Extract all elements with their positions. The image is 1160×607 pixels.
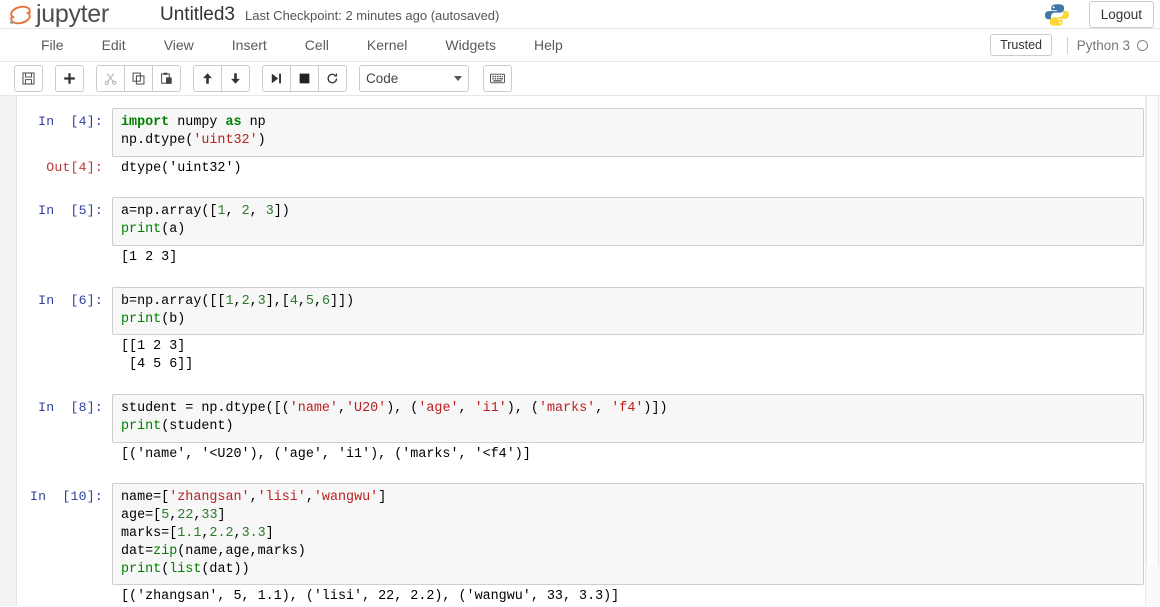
run-icon — [271, 73, 281, 84]
notebook-toolbar: Code — [0, 62, 1160, 96]
paste-cell-button[interactable] — [152, 65, 181, 92]
input-prompt: In [5]: — [38, 203, 103, 219]
cell-output: [[1 2 3] [4 5 6]] — [121, 339, 194, 373]
kernel-name-label: Python 3 — [1076, 38, 1130, 53]
output-cell: Out[4]: dtype('uint32') — [18, 157, 1144, 185]
restart-icon — [327, 72, 338, 84]
toolbar-group-palette — [483, 65, 512, 92]
scissors-icon — [104, 73, 117, 85]
code-input[interactable]: b=np.array([[1,2,3],[4,5,6]]) print(b) — [112, 286, 1144, 336]
code-cell[interactable]: In [8]: student = np.dtype([('name','U20… — [18, 393, 1144, 443]
cell-spacer — [18, 274, 1144, 287]
toolbar-group-save — [14, 65, 43, 92]
menu-bar: File Edit View Insert Cell Kernel Widget… — [0, 29, 1160, 62]
menu-help[interactable]: Help — [515, 29, 582, 62]
floppy-disk-icon — [22, 72, 35, 85]
code-cell[interactable]: In [4]: import numpy as np np.dtype('uin… — [18, 108, 1144, 157]
toolbar-group-insert — [55, 65, 84, 92]
output-prompt: Out[4]: — [46, 159, 103, 175]
insert-cell-below-button[interactable] — [55, 65, 84, 92]
cell-type-value: Code — [366, 71, 399, 86]
kernel-indicator: Python 3 — [1066, 29, 1148, 62]
code-cell[interactable]: In [5]: a=np.array([1, 2, 3]) print(a) — [18, 197, 1144, 246]
menu-insert[interactable]: Insert — [213, 29, 286, 62]
move-cell-up-button[interactable] — [193, 65, 222, 92]
menu-widgets[interactable]: Widgets — [426, 29, 515, 62]
input-prompt: In [10]: — [29, 489, 103, 505]
keyboard-icon — [490, 73, 505, 84]
output-cell: [1 2 3] — [18, 246, 1144, 274]
output-prompt — [18, 585, 112, 606]
output-prompt — [18, 335, 112, 381]
cell-output: [('name', '<U20'), ('age', 'i1'), ('mark… — [121, 446, 531, 462]
output-cell: [('name', '<U20'), ('age', 'i1'), ('mark… — [18, 443, 1144, 471]
jupyter-mark-icon — [8, 3, 34, 27]
output-prompt — [18, 246, 112, 274]
cut-cell-button[interactable] — [96, 65, 125, 92]
input-prompt: In [6]: — [38, 292, 103, 308]
save-button[interactable] — [14, 65, 43, 92]
menu-cell[interactable]: Cell — [286, 29, 348, 62]
interrupt-kernel-button[interactable] — [290, 65, 319, 92]
arrow-down-icon — [231, 73, 240, 84]
input-prompt: In [8]: — [38, 399, 103, 415]
kernel-divider — [1066, 37, 1068, 54]
cell-output: [('zhangsan', 5, 1.1), ('lisi', 22, 2.2)… — [121, 589, 620, 605]
kernel-idle-icon — [1137, 40, 1148, 51]
toolbar-group-clipboard — [96, 65, 181, 92]
trusted-badge[interactable]: Trusted — [990, 34, 1052, 56]
cell-spacer — [18, 470, 1144, 483]
copy-icon — [132, 72, 145, 85]
menu-edit[interactable]: Edit — [83, 29, 145, 62]
logout-button[interactable]: Logout — [1088, 1, 1154, 28]
cell-output: [1 2 3] — [121, 249, 178, 265]
cell-type-select[interactable]: Code — [359, 65, 469, 92]
run-cell-button[interactable] — [262, 65, 291, 92]
menu-view[interactable]: View — [145, 29, 213, 62]
restart-kernel-button[interactable] — [318, 65, 347, 92]
toolbar-group-move — [193, 65, 250, 92]
move-cell-down-button[interactable] — [221, 65, 250, 92]
code-cell[interactable]: In [6]: b=np.array([[1,2,3],[4,5,6]]) pr… — [18, 286, 1144, 336]
vertical-scrollbar[interactable] — [1145, 96, 1160, 606]
copy-cell-button[interactable] — [124, 65, 153, 92]
code-input[interactable]: name=['zhangsan','lisi','wangwu'] age=[5… — [112, 483, 1144, 586]
output-cell: [('zhangsan', 5, 1.1), ('lisi', 22, 2.2)… — [18, 585, 1144, 606]
input-prompt: In [4]: — [38, 114, 103, 129]
code-input[interactable]: a=np.array([1, 2, 3]) print(a) — [112, 197, 1144, 246]
cell-output: dtype('uint32') — [121, 160, 242, 176]
output-cell: [[1 2 3] [4 5 6]] — [18, 335, 1144, 381]
jupyter-logo-text: jupyter — [36, 0, 109, 28]
toolbar-group-run — [262, 65, 347, 92]
stop-square-icon — [299, 73, 310, 84]
cell-spacer — [18, 381, 1144, 394]
clipboard-icon — [161, 72, 172, 84]
arrow-up-icon — [203, 73, 212, 84]
cell-list: In [4]: import numpy as np np.dtype('uin… — [18, 96, 1144, 606]
python-logo-icon — [1044, 3, 1070, 27]
code-input[interactable]: import numpy as np np.dtype('uint32') — [112, 108, 1144, 157]
notebook-name[interactable]: Untitled3 — [160, 0, 235, 29]
code-input[interactable]: student = np.dtype([('name','U20'), ('ag… — [112, 393, 1144, 443]
menu-items: File Edit View Insert Cell Kernel Widget… — [22, 29, 582, 62]
menu-kernel[interactable]: Kernel — [348, 29, 426, 62]
notebook-header: jupyter Untitled3 Last Checkpoint: 2 min… — [0, 0, 1160, 29]
cell-spacer — [18, 184, 1144, 197]
code-cell[interactable]: In [10]: name=['zhangsan','lisi','wangwu… — [18, 483, 1144, 586]
chevron-down-icon — [454, 76, 462, 81]
jupyter-logo[interactable]: jupyter — [8, 0, 109, 29]
left-gutter — [0, 96, 17, 606]
scrollbar-thumb[interactable] — [1146, 96, 1159, 566]
plus-icon — [64, 73, 75, 84]
command-palette-button[interactable] — [483, 65, 512, 92]
notebook-body: In [4]: import numpy as np np.dtype('uin… — [0, 96, 1160, 606]
menu-file[interactable]: File — [22, 29, 83, 62]
last-checkpoint-text: Last Checkpoint: 2 minutes ago (autosave… — [245, 8, 500, 23]
output-prompt — [18, 443, 112, 471]
